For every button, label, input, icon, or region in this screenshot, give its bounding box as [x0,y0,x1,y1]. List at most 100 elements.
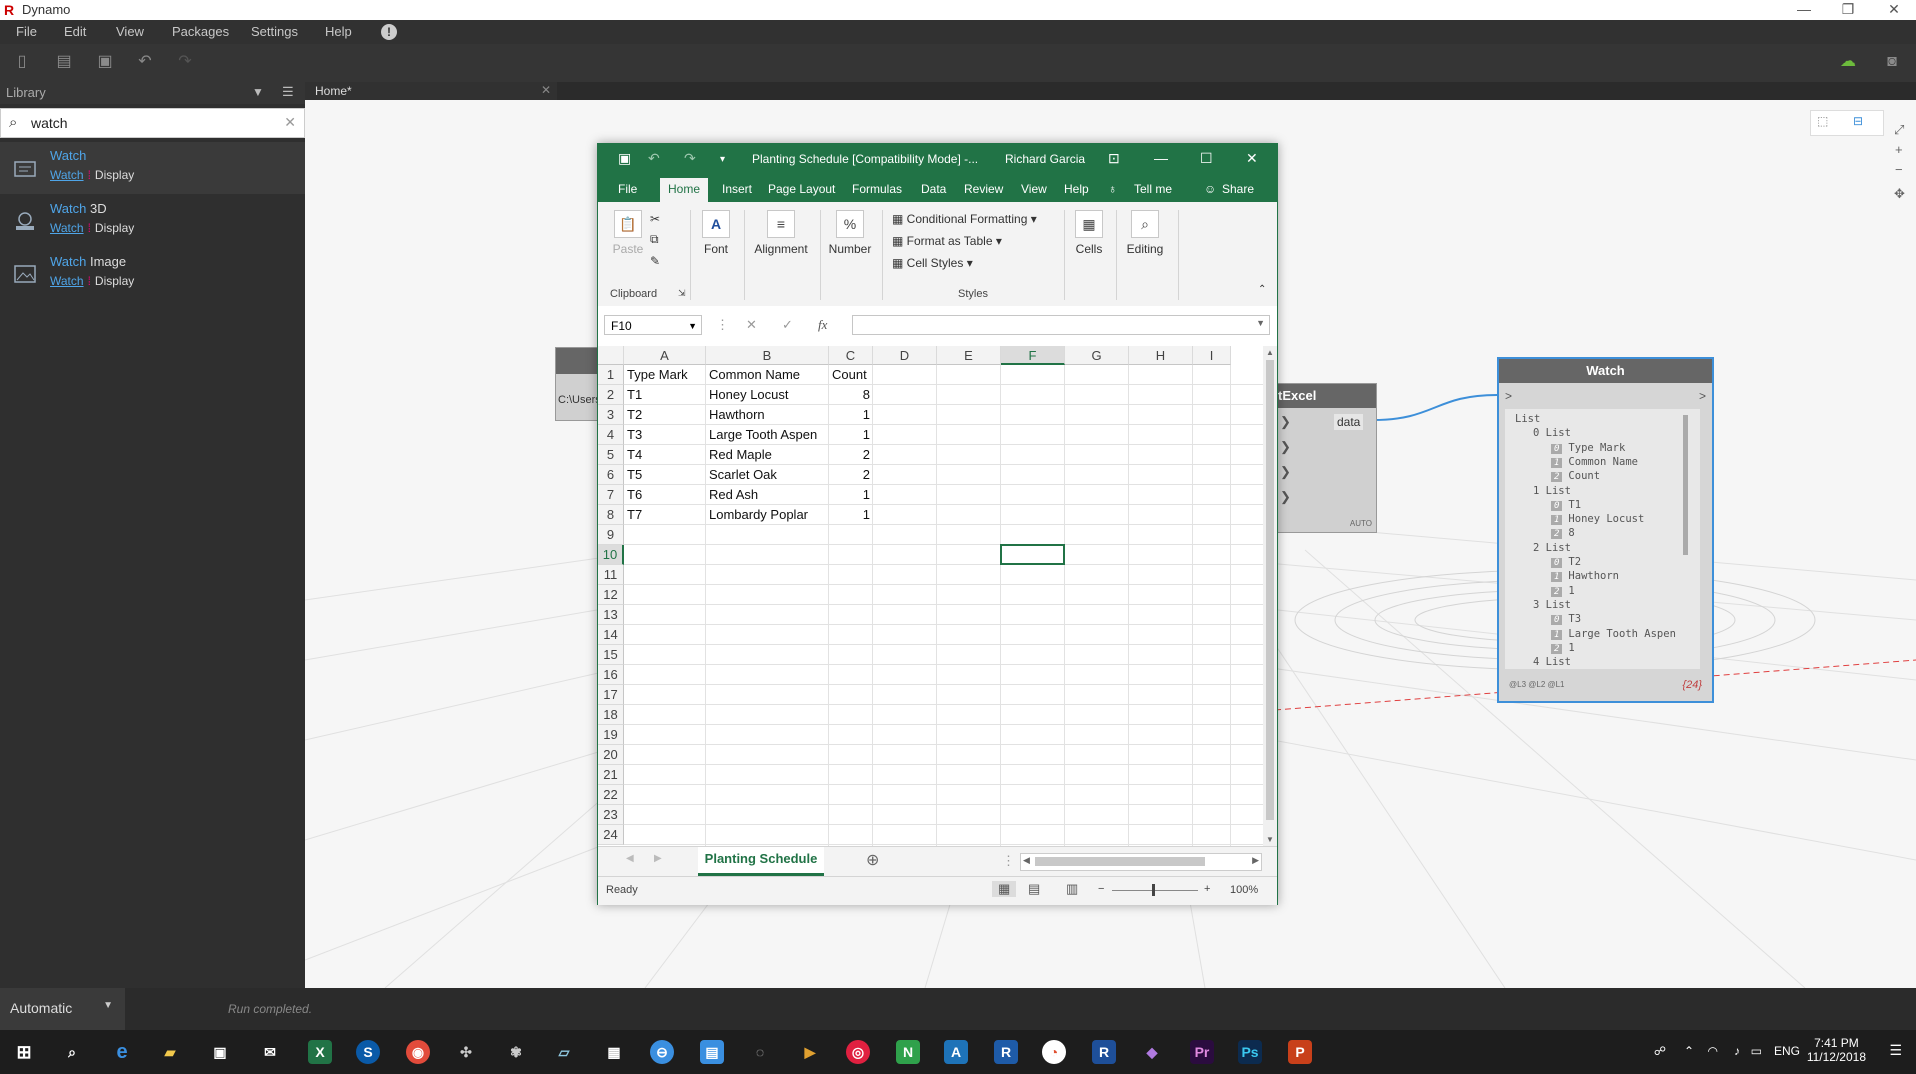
row-header[interactable]: 8 [598,505,624,525]
row-header[interactable]: 9 [598,525,624,545]
column-header-i[interactable]: I [1193,346,1231,365]
chrome-icon[interactable]: ◉ [406,1040,430,1064]
menu-packages[interactable]: Packages [172,24,229,39]
table-cell[interactable]: T5 [624,465,706,485]
table-cell[interactable]: T4 [624,445,706,465]
format-as-table-button[interactable]: ▦ Format as Table ▾ [892,234,1002,248]
view-toggle[interactable]: ⬚ ⊟ [1810,110,1884,136]
mail-icon[interactable]: ✉ [258,1040,282,1064]
horizontal-scrollbar[interactable]: ◀ ▶ [1020,853,1262,871]
copy-icon[interactable]: ⧉ [650,232,659,247]
app-icon[interactable]: R [994,1040,1018,1064]
windows-start-icon[interactable]: ⊞ [12,1040,36,1064]
minimize-icon[interactable]: — [1782,0,1826,20]
search-input[interactable]: watch [31,115,68,131]
watch-tree-list[interactable]: 0 List [1533,427,1571,439]
excel-minimize-icon[interactable]: — [1154,150,1168,166]
splitter-icon[interactable]: ⋮ [1002,853,1015,869]
row-header[interactable]: 18 [598,705,624,725]
row-header[interactable]: 6 [598,465,624,485]
library-item-category[interactable]: Watch [50,274,84,288]
autodesk-icon[interactable]: A [944,1040,968,1064]
edge-browser-icon[interactable]: e [110,1040,134,1064]
scroll-thumb[interactable] [1266,360,1274,820]
conditional-formatting-button[interactable]: ▦ Conditional Formatting ▾ [892,212,1037,226]
row-header[interactable]: 11 [598,565,624,585]
table-cell[interactable]: Honey Locust [706,385,829,405]
font-button[interactable]: A Font [696,210,736,256]
taskbar-search-icon[interactable]: ⌕ [60,1040,84,1064]
input-port-chevron-icon[interactable]: ❯ [1280,489,1291,505]
menu-file[interactable]: File [16,24,37,39]
save-icon[interactable]: ▣ [95,52,115,72]
tab-help[interactable]: Help [1064,182,1089,196]
selected-cell[interactable] [1000,544,1065,565]
watch-tree-list[interactable]: List [1515,413,1540,425]
row-header[interactable]: 10 [598,545,624,565]
menu-settings[interactable]: Settings [251,24,298,39]
scroll-down-icon[interactable]: ▼ [1266,835,1274,844]
column-header-d[interactable]: D [873,346,937,365]
excel-read-node[interactable]: tExcel ❯ ❯ ❯ ❯ data AUTO [1275,383,1377,533]
library-item-watch-image[interactable]: Watch Image Watch ⁞ Display [0,248,305,300]
app-icon[interactable]: ◌ [748,1040,772,1064]
collapse-ribbon-icon[interactable]: ⌃ [1258,284,1266,295]
h-scroll-thumb[interactable] [1035,857,1205,866]
app-icon[interactable]: ⊖ [650,1040,674,1064]
table-cell[interactable]: Large Tooth Aspen [706,425,829,445]
column-header-h[interactable]: H [1129,346,1193,365]
table-cell[interactable]: 1 [829,485,873,505]
page-layout-view-icon[interactable]: ▤ [1028,881,1040,897]
row-header[interactable]: 20 [598,745,624,765]
row-header[interactable]: 19 [598,725,624,745]
library-item-watch-3d[interactable]: Watch 3D Watch ⁞ Display [0,195,305,247]
tab-home[interactable]: Home [660,178,709,202]
cancel-entry-icon[interactable]: ✕ [746,317,757,333]
table-cell[interactable]: Type Mark [624,365,706,385]
row-header[interactable]: 13 [598,605,624,625]
menu-view[interactable]: View [116,24,144,39]
list-view-icon[interactable]: ☰ [282,84,294,100]
app-icon[interactable]: ✣ [454,1040,478,1064]
powerpoint-icon[interactable]: P [1288,1040,1312,1064]
tab-home[interactable]: Home* ✕ [305,82,557,100]
row-header[interactable]: 3 [598,405,624,425]
scroll-left-icon[interactable]: ◀ [1023,855,1030,866]
row-header[interactable]: 14 [598,625,624,645]
tell-me-search[interactable]: Tell me [1134,182,1172,196]
watch-node[interactable]: Watch > > List 0 List 0 Type Mark 1 Common Na… [1497,357,1714,703]
revit-icon[interactable]: R [1092,1040,1116,1064]
cells-button[interactable]: ▦ Cells [1068,210,1110,256]
expand-formula-icon[interactable]: ▼ [1256,318,1265,328]
row-header[interactable]: 16 [598,665,624,685]
cloud-upload-icon[interactable]: ☁ [1838,52,1858,72]
name-box[interactable]: F10 ▼ [604,315,702,335]
action-center-icon[interactable]: ☰ [1889,1042,1902,1059]
tab-view[interactable]: View [1021,182,1047,196]
prev-sheet-icon[interactable]: ◀ [626,853,634,864]
table-cell[interactable]: T2 [624,405,706,425]
zoom-in-icon[interactable]: + [1204,883,1210,895]
editing-button[interactable]: ⌕ Editing [1120,210,1170,256]
zoom-slider-thumb[interactable] [1152,884,1155,896]
column-header-a[interactable]: A [624,346,706,365]
normal-view-icon[interactable]: ▦ [992,881,1017,897]
scroll-right-icon[interactable]: ▶ [1252,855,1259,866]
excel-close-icon[interactable]: ✕ [1246,150,1258,167]
zoom-level[interactable]: 100% [1230,884,1258,896]
watch-tree-list[interactable]: 2 List [1533,542,1571,554]
navisworks-icon[interactable]: N [896,1040,920,1064]
excel-undo-icon[interactable]: ↶ [648,150,660,167]
watch-output-port[interactable]: > [1699,389,1706,403]
zoom-out-icon[interactable]: − [1895,162,1903,177]
calculator-icon[interactable]: ▦ [602,1040,626,1064]
column-header-c[interactable]: C [829,346,873,365]
library-item-category[interactable]: Watch [50,168,84,182]
app-icon[interactable]: ▱ [552,1040,576,1064]
sheet-tab-planting-schedule[interactable]: Planting Schedule [698,847,824,876]
next-sheet-icon[interactable]: ▶ [654,853,662,864]
library-search[interactable]: ⌕ watch ✕ [0,108,305,138]
tab-file[interactable]: File [618,182,637,196]
spreadsheet-grid[interactable]: A B C D E F G H I 1 Type Mark Common Name Count 2 T1 Ho… [598,346,1263,846]
table-cell[interactable]: T3 [624,425,706,445]
